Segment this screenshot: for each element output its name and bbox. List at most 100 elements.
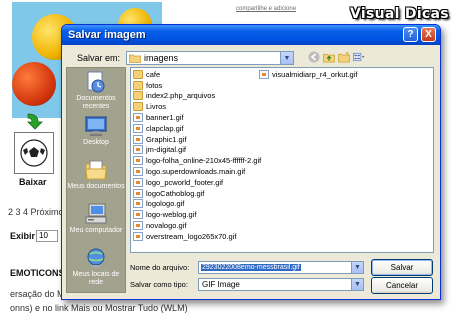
place-label: Documentos recentes [76,95,116,110]
place-my-documents[interactable]: Meus documentos [67,156,125,200]
site-title: Visual Dicas [350,6,449,22]
folder-icon [129,54,141,63]
file-name: jm-digital.gif [146,145,187,155]
file-name: fotos [146,80,163,90]
show-select[interactable]: 10 [36,230,58,242]
file-list-column: visualmidiarp_r4_orkut.gif [259,69,419,80]
filetype-row: Salvar como tipo: GIF Image ▼ [130,278,364,291]
file-item[interactable]: logo.superdownloads.main.gif [133,166,283,177]
save-button[interactable]: Salvar [371,259,433,276]
gif-file-icon [133,210,143,220]
chevron-down-icon[interactable]: ▼ [280,52,293,64]
close-button[interactable]: X [421,27,436,42]
file-name: logo_pcworld_footer.gif [146,177,224,187]
gif-file-icon [133,134,143,144]
save-in-value: imagens [144,53,179,63]
filename-input[interactable]: 2923022008emo-messbrasil.gif ▼ [198,261,364,274]
smiley-character [12,62,56,106]
gif-file-icon [133,221,143,231]
file-name: banner1.gif [146,113,184,123]
file-name: logologo.gif [146,199,185,209]
dialog-titlebar[interactable]: Salvar imagem ? X [62,25,440,45]
file-name: novalogo.gif [146,221,187,231]
file-name: clapclap.gif [146,123,184,133]
network-places-icon [87,248,105,268]
gif-file-icon [133,188,143,198]
recent-documents-icon [87,71,105,93]
file-item[interactable]: banner1.gif [133,112,283,123]
gif-file-icon [133,199,143,209]
file-item[interactable]: visualmidiarp_r4_orkut.gif [259,69,419,80]
file-list[interactable]: cafe fotos index2.php_arquivos Livros banner… [130,67,434,253]
filename-row: Nome do arquivo: 2923022008emo-messbrasi… [130,261,364,274]
gif-file-icon [133,231,143,241]
folder-icon [133,91,143,101]
file-name: overstream_logo265x70.gif [146,231,237,241]
file-item[interactable]: logologo.gif [133,199,283,210]
file-item[interactable]: jm-digital.gif [133,145,283,156]
top-link[interactable]: compartilhe e adicione [236,6,296,12]
gif-file-icon [133,156,143,166]
cancel-button[interactable]: Cancelar [371,277,433,294]
file-item[interactable]: Graphic1.gif [133,134,283,145]
file-item[interactable]: logo-folha_online-210x45-ffffff-2.gif [133,155,283,166]
place-label: Desktop [83,139,109,146]
places-bar: Documentos recentes Desktop Meus documen… [66,67,126,293]
soccer-ball-graphic [20,139,48,167]
body-text-line: ersação do M [10,289,65,299]
place-network[interactable]: Meus locais de rede [67,244,125,288]
gif-file-icon [133,123,143,133]
filetype-label: Salvar como tipo: [130,280,188,289]
my-documents-icon [85,160,107,180]
place-my-computer[interactable]: Meu computador [67,200,125,244]
filetype-select[interactable]: GIF Image ▼ [198,278,364,291]
chevron-down-icon[interactable]: ▼ [351,262,363,273]
file-name: logo.superdownloads.main.gif [146,167,246,177]
file-name: Graphic1.gif [146,134,187,144]
gif-file-icon [133,145,143,155]
file-name: logoCathoblog.gif [146,188,205,198]
back-icon[interactable] [308,50,320,63]
green-arrow-icon [27,113,43,130]
file-name: cafe [146,69,161,79]
filetype-value: GIF Image [202,280,240,289]
file-item[interactable]: index2.php_arquivos [133,91,283,102]
file-item[interactable]: overstream_logo265x70.gif [133,231,283,242]
save-image-dialog: Salvar imagem ? X Salvar em: imagens ▼ D… [61,24,441,300]
place-label: Meus documentos [67,183,125,190]
new-folder-icon[interactable] [338,50,350,63]
file-item[interactable]: clapclap.gif [133,123,283,134]
filename-value: 2923022008emo-messbrasil.gif [201,264,301,271]
file-item[interactable]: novalogo.gif [133,220,283,231]
dialog-title: Salvar imagem [68,29,146,41]
file-item[interactable]: logo_pcworld_footer.gif [133,177,283,188]
save-in-label: Salvar em: [76,53,120,63]
file-item[interactable]: logoCathoblog.gif [133,188,283,199]
toolbar-icons [308,50,365,63]
file-name: logo-weblog.gif [146,210,197,220]
place-desktop[interactable]: Desktop [67,112,125,156]
show-label: Exibir [10,231,36,241]
file-item[interactable]: logo-weblog.gif [133,209,283,220]
chevron-down-icon[interactable]: ▼ [351,279,363,290]
gif-file-icon [133,177,143,187]
gif-file-icon [259,69,269,79]
views-menu-icon[interactable] [353,50,365,63]
save-in-combo[interactable]: imagens ▼ [126,51,294,65]
filename-label: Nome do arquivo: [130,263,190,272]
save-in-row: Salvar em: imagens ▼ [68,51,294,65]
soccer-ball-icon[interactable] [14,132,54,174]
up-folder-icon[interactable] [323,50,335,63]
help-button[interactable]: ? [403,27,418,42]
gif-file-icon [133,113,143,123]
download-label[interactable]: Baixar [19,177,47,187]
file-item[interactable]: fotos [133,80,283,91]
pagination[interactable]: 2 3 4 Próximo [8,207,64,217]
file-name: index2.php_arquivos [146,91,216,101]
file-item[interactable]: Livros [133,101,283,112]
section-title: EMOTICONS [10,268,65,278]
place-recent-documents[interactable]: Documentos recentes [67,68,125,112]
file-list-column: cafe fotos index2.php_arquivos Livros banner… [133,69,283,242]
file-name: Livros [146,102,167,112]
body-text-line: onns) e no link Mais ou Mostrar Tudo (WL… [10,303,188,313]
